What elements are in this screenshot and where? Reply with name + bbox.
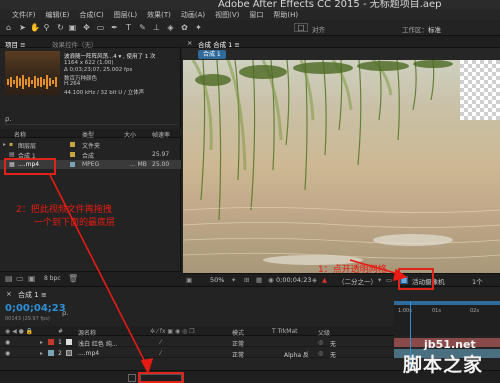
annotation-step2-line2: 一个到下面的最底层	[34, 218, 116, 228]
watermark-logo: 脚本之家	[403, 354, 484, 376]
annotation-arrows	[49, 174, 408, 375]
annotation-step2-line1: 2：把此视频文件再拖拽	[16, 205, 112, 215]
annotation-step1: 1：点开透明网格	[318, 265, 387, 275]
